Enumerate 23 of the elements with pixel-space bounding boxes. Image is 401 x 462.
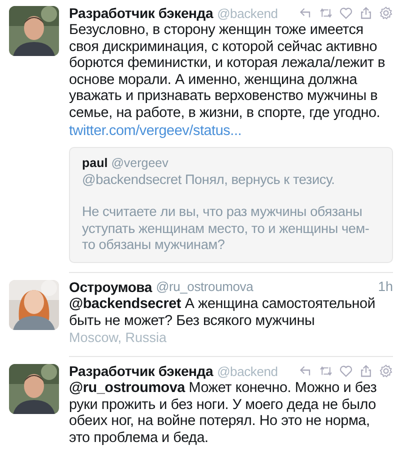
- share-icon[interactable]: [359, 6, 373, 20]
- reply-icon[interactable]: [299, 6, 313, 20]
- retweet-icon[interactable]: [319, 6, 333, 20]
- settings-icon[interactable]: [379, 364, 393, 378]
- author-name[interactable]: Разработчик бэкенда: [69, 363, 214, 380]
- quote-text: @backendsecret Понял, вернусь к тезису.: [82, 172, 336, 188]
- author-name: paul: [82, 156, 108, 170]
- author-handle: @vergeev: [111, 156, 168, 170]
- author-name[interactable]: Остроумова: [69, 278, 152, 295]
- quote-text: Не считаете ли вы, что раз мужчины обязаны уступать женщинам место, то и женщины чем-то обязаны мужчинам?: [82, 204, 370, 254]
- tweet-text: @backendsecret А женщина самостоятельной быть не может? Без всякого мужчины: [69, 296, 376, 330]
- settings-icon[interactable]: [379, 6, 393, 20]
- retweet-icon[interactable]: [319, 364, 333, 378]
- tweet-text: Безусловно, в сторону женщин тоже имеется своя дискриминация, с которой сейчас активно борются феминистки, и которая лежала/лежит в основе морали. А именно, женщина должна уважать и признавать верховенство мужчины в семье, на работе, в жизни, в спорте, где угодно.: [69, 22, 386, 122]
- author-name[interactable]: Разработчик бэкенда: [69, 5, 214, 21]
- heart-icon[interactable]: [339, 364, 353, 378]
- timestamp: 1h: [378, 279, 393, 294]
- reply-icon[interactable]: [299, 364, 313, 378]
- quoted-tweet[interactable]: paul @vergeev @backendsecret Понял, вернусь к тезису. Не считаете ли вы, что раз мужчины обязаны уступать женщинам место, то и женщины чем-то обязаны мужчинам?: [69, 146, 393, 263]
- heart-icon[interactable]: [339, 6, 353, 20]
- tweet-text: @ru_ostroumova Может конечно. Можно и без руки прожить и без ноги. У моего деда не было обеих ног, на войне потерял. Но это не норма, это проблема и беда.: [69, 380, 378, 446]
- location: Moscow, Russia: [69, 330, 167, 346]
- share-icon[interactable]: [359, 364, 373, 378]
